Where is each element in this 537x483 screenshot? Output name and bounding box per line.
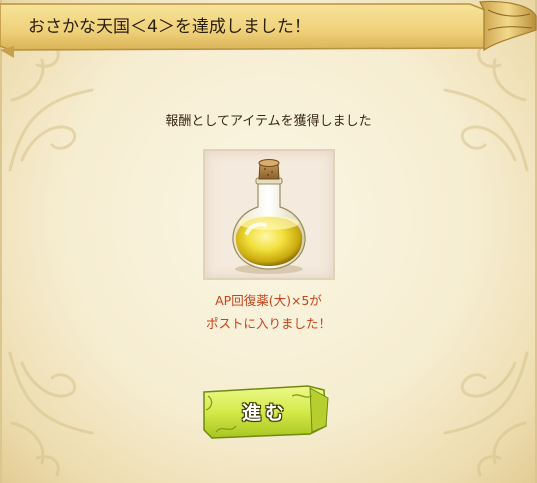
reward-item-frame (203, 149, 335, 280)
corner-ornament (395, 343, 535, 483)
title-banner: おさかな天国＜4＞を達成しました！ (0, 0, 537, 58)
next-button-label: 進む (241, 402, 288, 424)
reward-delivery-note: ポストに入りました！ (205, 316, 331, 331)
reward-message: 報酬としてアイテムを獲得しました (165, 114, 372, 129)
achievement-title: おさかな天国＜4＞を達成しました！ (28, 17, 311, 37)
yellow-potion-icon (232, 159, 306, 274)
next-button[interactable]: 進む (200, 382, 330, 442)
reward-item-name: AP回復薬(大)×5が (215, 293, 322, 308)
corner-ornament (2, 343, 142, 483)
